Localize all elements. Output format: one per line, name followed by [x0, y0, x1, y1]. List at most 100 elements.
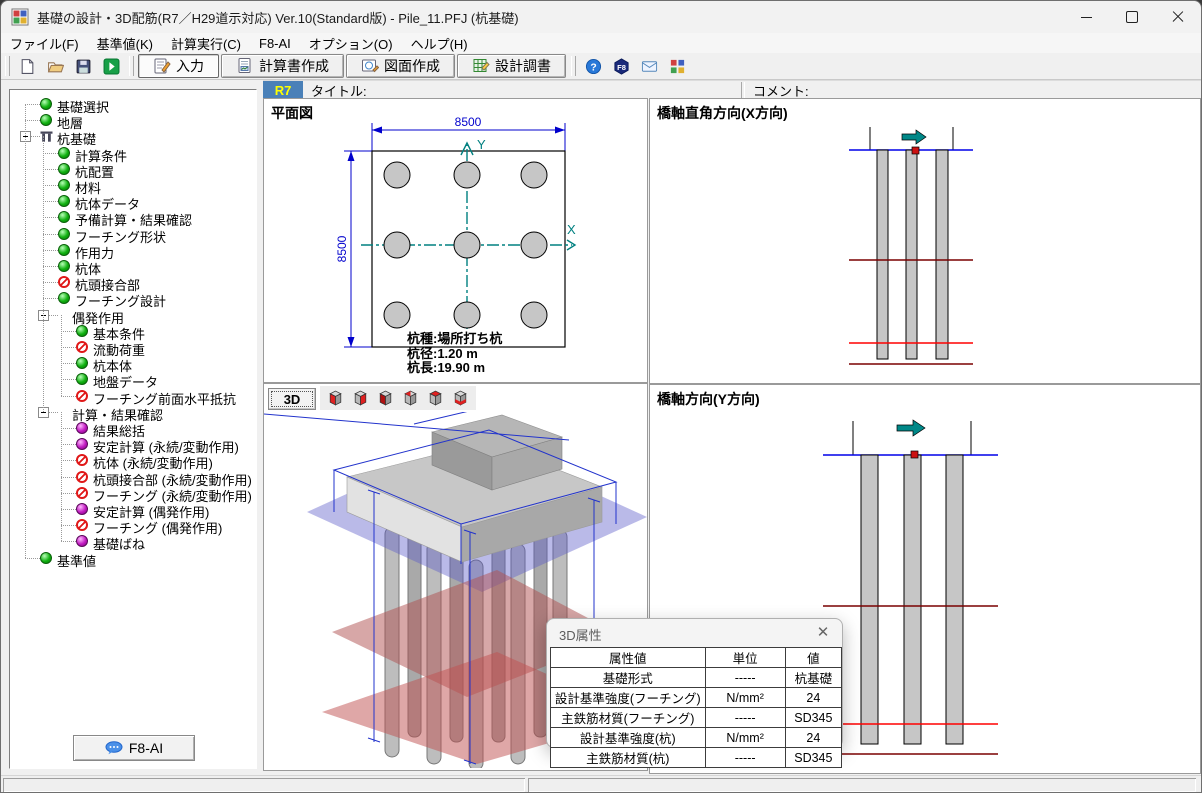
minimize-button[interactable] — [1063, 1, 1109, 33]
plan-axis-x-label: X — [567, 222, 576, 237]
menu-item[interactable]: ファイル(F) — [1, 33, 88, 54]
mode-button-drawing[interactable]: 図面作成 — [346, 54, 455, 78]
svg-text:F8: F8 — [617, 62, 626, 71]
tree-connector — [25, 558, 40, 560]
attributes-table-row: 設計基準強度(フーチング)N/mm²24 — [551, 688, 842, 708]
app-grid-button[interactable] — [664, 54, 690, 78]
help-button[interactable]: ? — [580, 54, 606, 78]
menu-item[interactable]: F8-AI — [250, 35, 300, 52]
tree-connector — [43, 266, 58, 268]
view-3d-toggle-button[interactable]: 3D — [268, 388, 316, 410]
load-point-marker — [911, 451, 918, 458]
window-title: 基礎の設計・3D配筋(R7／H29道示対応) Ver.10(Standard版)… — [37, 8, 519, 27]
report-doc-icon — [236, 57, 254, 75]
toolbar-grip — [129, 56, 134, 76]
input-pad-icon — [153, 57, 171, 75]
mail-button[interactable] — [636, 54, 662, 78]
maximize-button[interactable] — [1109, 1, 1155, 33]
menu-item[interactable]: ヘルプ(H) — [402, 33, 477, 54]
attribute-value-cell: 24 — [785, 728, 841, 748]
attribute-unit-cell: ----- — [705, 708, 785, 728]
chat-bubble-icon — [105, 741, 123, 755]
tree-connector — [43, 282, 58, 284]
close-button[interactable] — [1155, 1, 1201, 33]
attribute-unit-cell: N/mm² — [705, 728, 785, 748]
plan-view-title: 平面図 — [271, 103, 313, 123]
status-green-icon — [40, 98, 52, 110]
drawing-icon — [361, 57, 379, 75]
attributes-table-header: 属性値 単位 値 — [551, 648, 842, 668]
attributes-table-row: 基礎形式-----杭基礎 — [551, 668, 842, 688]
attribute-value-cell: SD345 — [785, 748, 841, 768]
status-green-icon — [58, 147, 70, 159]
menu-item[interactable]: 計算実行(C) — [162, 33, 250, 54]
status-cell-left — [3, 778, 525, 792]
attribute-name-cell: 主鉄筋材質(杭) — [551, 748, 706, 768]
attribute-value-cell: 杭基礎 — [785, 668, 841, 688]
attribute-name-cell: 設計基準強度(杭) — [551, 728, 706, 748]
view-cube-bottom-red-icon — [452, 390, 469, 406]
elevation-x-panel: 橋軸直角方向(X方向) — [649, 98, 1201, 384]
attribute-unit-cell: ----- — [705, 668, 785, 688]
help-icon: ? — [585, 58, 602, 75]
f8-cube-button[interactable]: F8 — [608, 54, 634, 78]
tree-guide-line — [61, 412, 63, 542]
open-file-button[interactable] — [42, 54, 68, 78]
mode-button-design-sheet[interactable]: 設計調書 — [457, 54, 566, 78]
tree-connector — [43, 217, 58, 219]
tree-connector — [43, 169, 58, 171]
version-badge: R7 — [263, 81, 303, 99]
menu-item[interactable]: オプション(O) — [300, 33, 402, 54]
view-cube-right-red-icon — [352, 390, 369, 406]
navigation-tree-panel: 基礎選択地層杭基礎計算条件杭配置材料杭体データ予備計算・結果確認フーチング形状作… — [9, 89, 257, 769]
view-cube-left-red-icon — [327, 390, 344, 406]
save-button[interactable] — [70, 54, 96, 78]
dialog-title: 3D属性 — [559, 625, 602, 644]
tree-guide-line — [25, 104, 27, 558]
dialog-close-button[interactable]: ✕ — [814, 623, 832, 641]
view-cube-bottom-red-button[interactable] — [449, 388, 471, 409]
open-file-icon — [47, 58, 64, 75]
design-sheet-icon — [472, 57, 490, 75]
status-green-icon — [76, 373, 88, 385]
tree-connector — [43, 153, 58, 155]
tree-connector — [43, 250, 58, 252]
mode-button-report[interactable]: 計算書作成 — [221, 54, 344, 78]
f8-cube-icon: F8 — [613, 58, 630, 75]
tree-item-label: 基礎ばね — [91, 534, 147, 553]
tree-item-label: 基準値 — [55, 551, 98, 570]
save-icon — [75, 58, 92, 75]
title-field-label: タイトル: — [311, 81, 367, 100]
exit-button[interactable] — [98, 54, 124, 78]
view-cube-left-red-button[interactable] — [324, 388, 346, 409]
view-cube-right-red-button[interactable] — [349, 388, 371, 409]
status-purple-icon — [76, 535, 88, 547]
attributes-table-row: 設計基準強度(杭)N/mm²24 — [551, 728, 842, 748]
minimize-icon — [1081, 17, 1092, 18]
attribute-unit-cell: N/mm² — [705, 688, 785, 708]
mode-button-label: 図面作成 — [384, 56, 440, 76]
status-green-icon — [58, 163, 70, 175]
new-file-button[interactable] — [14, 54, 40, 78]
menu-item[interactable]: 基準値(K) — [88, 33, 162, 54]
column-header: 属性値 — [551, 648, 706, 668]
plan-dim-width: 8500 — [455, 115, 482, 129]
view-3d-toggle-label: 3D — [284, 392, 301, 407]
new-file-icon — [19, 58, 36, 75]
pile-diameter-text: 杭径:1.20 m — [407, 346, 478, 361]
toolbar-grip — [571, 56, 576, 76]
mode-button-label: 計算書作成 — [259, 56, 329, 76]
tree-connector — [61, 396, 76, 398]
pile-type-text: 杭種:場所打ち杭 — [407, 331, 502, 346]
toolbar-grip — [5, 56, 10, 76]
tree-guide-line — [43, 136, 45, 411]
view-cube-top-red-button[interactable] — [424, 388, 446, 409]
mode-button-input[interactable]: 入力 — [138, 54, 219, 78]
status-green-icon — [58, 244, 70, 256]
view-cube-topleft-red-button[interactable] — [399, 388, 421, 409]
tree-connector — [61, 347, 76, 349]
tree-connector — [61, 509, 76, 511]
view-cube-front-red-button[interactable] — [374, 388, 396, 409]
f8-ai-button[interactable]: F8-AI — [73, 735, 195, 761]
elevation-y-title: 橋軸方向(Y方向) — [657, 389, 760, 409]
